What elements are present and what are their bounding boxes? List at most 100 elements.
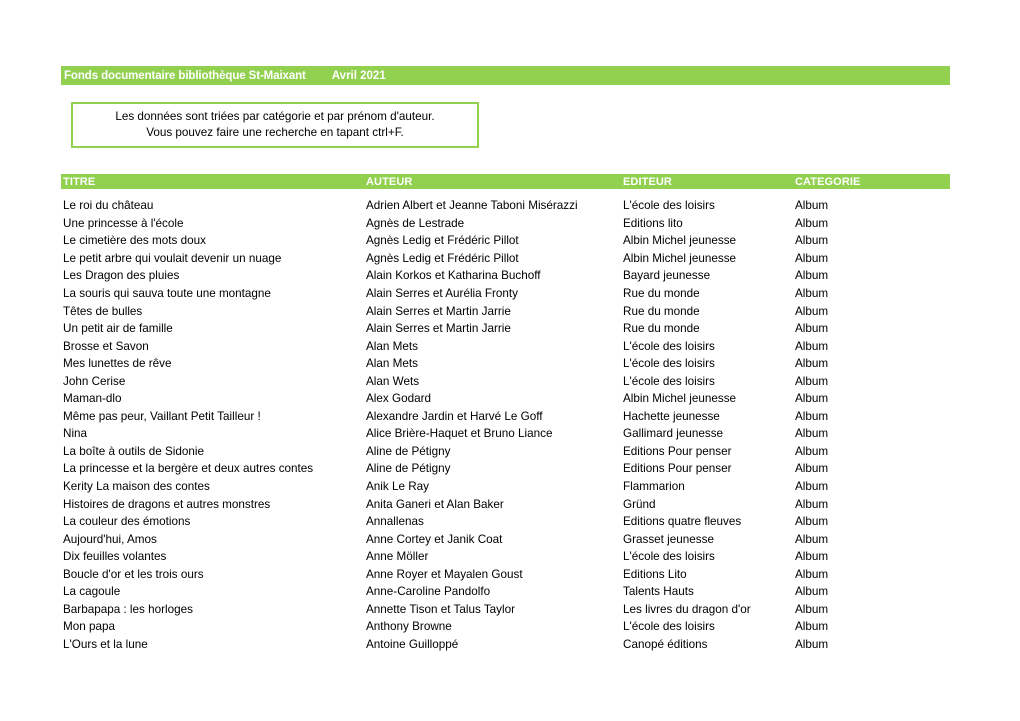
cell-auteur: Alice Brière-Haquet et Bruno Liance	[366, 427, 553, 441]
cell-categorie: Album	[795, 304, 829, 318]
instructions-box: Les données sont triées par catégorie et…	[71, 102, 479, 148]
table-row: Kerity La maison des contes Anik Le Ray Fl…	[61, 478, 950, 496]
cell-categorie: Album	[795, 567, 829, 581]
cell-editeur: Editions lito	[623, 216, 683, 230]
cell-titre: Même pas peur, Vaillant Petit Tailleur !	[63, 409, 261, 423]
column-header-editeur: EDITEUR	[623, 175, 672, 188]
cell-titre: Brosse et Savon	[63, 339, 149, 353]
cell-titre: Le roi du château	[63, 199, 154, 213]
cell-titre: Une princesse à l'école	[63, 216, 184, 230]
cell-auteur: Alain Serres et Martin Jarrie	[366, 322, 511, 336]
cell-titre: Le petit arbre qui voulait devenir un nu…	[63, 251, 282, 265]
cell-titre: La couleur des émotions	[63, 515, 191, 529]
table-row: Nina Alice Brière-Haquet et Bruno Liance G…	[61, 425, 950, 443]
cell-titre: John Cerise	[63, 374, 126, 388]
cell-editeur: Albin Michel jeunesse	[623, 234, 737, 248]
cell-auteur: Agnès Ledig et Frédéric Pillot	[366, 234, 519, 248]
cell-categorie: Album	[795, 357, 829, 371]
cell-titre: Un petit air de famille	[63, 322, 173, 336]
cell-categorie: Album	[795, 234, 829, 248]
table-body: Le roi du château Adrien Albert et Jeanne…	[61, 197, 950, 653]
cell-editeur: Editions Pour penser	[623, 462, 732, 476]
column-header-titre: TITRE	[63, 175, 96, 188]
cell-categorie: Album	[795, 515, 829, 529]
table-row: Le roi du château Adrien Albert et Jeanne…	[61, 197, 950, 215]
table-row: Maman-dlo Alex Godard Albin Michel jeuness…	[61, 390, 950, 408]
cell-auteur: Alain Serres et Aurélia Fronty	[366, 287, 519, 300]
cell-titre: Les Dragon des pluies	[63, 269, 180, 283]
cell-categorie: Album	[795, 392, 829, 406]
cell-titre: Histoires de dragons et autres monstres	[63, 497, 271, 511]
cell-editeur: L'école des loisirs	[623, 199, 715, 213]
cell-auteur: Alain Korkos et Katharina Buchoff	[366, 269, 541, 283]
table-row: Le cimetière des mots doux Agnès Ledig et…	[61, 232, 950, 250]
cell-categorie: Album	[795, 620, 829, 634]
banner-title: Fonds documentaire bibliothèque St-Maixa…	[64, 69, 306, 82]
cell-editeur: Rue du monde	[623, 304, 700, 318]
cell-auteur: Anthony Browne	[366, 620, 452, 634]
title-banner: Fonds documentaire bibliothèque St-Maixa…	[61, 66, 950, 85]
cell-editeur: Editions quatre fleuves	[623, 515, 742, 529]
cell-categorie: Album	[795, 427, 829, 441]
cell-titre: Boucle d'or et les trois ours	[63, 567, 204, 581]
cell-auteur: Adrien Albert et Jeanne Taboni Misérazzi	[366, 199, 578, 213]
instructions-line-2: Vous pouvez faire une recherche en tapan…	[146, 126, 404, 139]
cell-auteur: Alan Mets	[366, 357, 418, 371]
cell-editeur: Albin Michel jeunesse	[623, 392, 737, 406]
cell-editeur: L'école des loisirs	[623, 620, 715, 634]
cell-editeur: L'école des loisirs	[623, 550, 715, 564]
cell-editeur: Bayard jeunesse	[623, 269, 711, 283]
cell-categorie: Album	[795, 532, 829, 546]
cell-editeur: Canopé éditions	[623, 637, 708, 651]
cell-categorie: Album	[795, 269, 829, 283]
cell-auteur: Agnès de Lestrade	[366, 216, 465, 230]
column-header-categorie: CATEGORIE	[795, 175, 861, 188]
cell-auteur: Annette Tison et Talus Taylor	[366, 602, 515, 616]
cell-editeur: Rue du monde	[623, 322, 700, 336]
cell-auteur: Alain Serres et Martin Jarrie	[366, 304, 511, 318]
cell-editeur: Hachette jeunesse	[623, 409, 720, 423]
cell-editeur: Editions Lito	[623, 567, 687, 581]
cell-titre: Aujourd'hui, Amos	[63, 532, 157, 546]
table-row: Brosse et Savon Alan Mets L'école des lois…	[61, 337, 950, 355]
table-row: Aujourd'hui, Amos Anne Cortey et Janik Co…	[61, 530, 950, 548]
cell-categorie: Album	[795, 444, 829, 458]
cell-titre: La souris qui sauva toute une montagne	[63, 287, 271, 300]
cell-auteur: Anne-Caroline Pandolfo	[366, 585, 491, 599]
table-row: La souris qui sauva toute une montagne Al…	[61, 285, 950, 303]
table-row: Mon papa Anthony Browne L'école des loisir…	[61, 618, 950, 636]
cell-titre: Kerity La maison des contes	[63, 480, 210, 494]
table-row: La boîte à outils de Sidonie Aline de Pét…	[61, 443, 950, 461]
cell-editeur: L'école des loisirs	[623, 357, 715, 371]
cell-titre: Le cimetière des mots doux	[63, 234, 206, 248]
table-row: La couleur des émotions Annallenas Edition…	[61, 513, 950, 531]
table-row: Un petit air de famille Alain Serres et M…	[61, 320, 950, 338]
cell-auteur: Anne Cortey et Janik Coat	[366, 532, 503, 546]
banner-date: Avril 2021	[331, 69, 386, 82]
cell-editeur: Les livres du dragon d'or	[623, 602, 751, 616]
cell-auteur: Anik Le Ray	[366, 480, 430, 494]
table-row: Histoires de dragons et autres monstres A…	[61, 495, 950, 513]
cell-titre: La cagoule	[63, 585, 121, 599]
cell-auteur: Aline de Pétigny	[366, 444, 451, 458]
cell-categorie: Album	[795, 251, 829, 265]
cell-editeur: Albin Michel jeunesse	[623, 251, 737, 265]
document-page: Fonds documentaire bibliothèque St-Maixa…	[0, 0, 1020, 721]
table-row: Barbapapa : les horloges Annette Tison et…	[61, 601, 950, 619]
cell-auteur: Alex Godard	[366, 392, 431, 406]
books-table: TITRE AUTEUR EDITEUR CATEGORIE Le roi du…	[61, 174, 950, 653]
cell-categorie: Album	[795, 462, 829, 476]
cell-categorie: Album	[795, 339, 829, 353]
cell-categorie: Album	[795, 409, 829, 423]
cell-titre: Dix feuilles volantes	[63, 550, 167, 564]
cell-editeur: L'école des loisirs	[623, 339, 715, 353]
cell-editeur: Editions Pour penser	[623, 444, 732, 458]
cell-editeur: Rue du monde	[623, 287, 700, 300]
cell-titre: Barbapapa : les horloges	[63, 602, 193, 616]
instructions-line-1: Les données sont triées par catégorie et…	[115, 110, 435, 123]
table-row: Une princesse à l'école Agnès de Lestrade…	[61, 215, 950, 233]
table-row: Même pas peur, Vaillant Petit Tailleur !…	[61, 408, 950, 426]
cell-titre: Mon papa	[63, 620, 115, 634]
cell-auteur: Antoine Guilloppé	[366, 637, 459, 651]
cell-categorie: Album	[795, 199, 829, 213]
